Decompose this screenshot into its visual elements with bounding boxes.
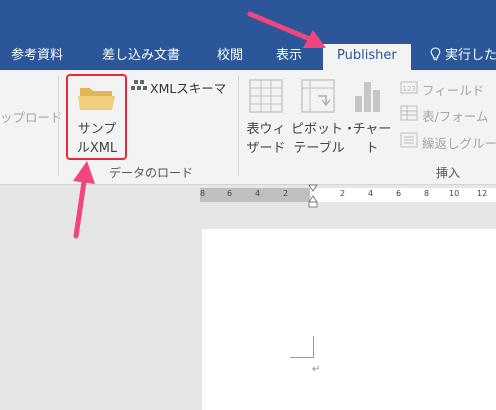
- sample-xml-label-2: ルXML: [76, 141, 118, 156]
- ruler-number: 2: [283, 189, 289, 198]
- tab-references[interactable]: 参考資料: [11, 44, 63, 70]
- ruler-number: 12: [477, 189, 488, 198]
- tell-me-search[interactable]: 実行した: [430, 44, 496, 70]
- margin-corner-mark: [290, 336, 314, 358]
- tell-me-label: 実行した: [445, 48, 496, 63]
- field-button[interactable]: フィールド: [422, 80, 484, 99]
- chart-label-1[interactable]: チャー: [350, 120, 394, 139]
- table-wizard-label-2[interactable]: ザード: [244, 139, 288, 158]
- tab-review[interactable]: 校閲: [217, 44, 243, 70]
- chart-label-2[interactable]: ト: [350, 139, 394, 158]
- ruler-number: 8: [200, 189, 206, 198]
- title-bar: [0, 0, 496, 44]
- ruler-number: 4: [255, 189, 261, 198]
- table-wizard-label-1[interactable]: 表ウィ: [244, 120, 288, 139]
- table-form-button[interactable]: 表/フォーム: [422, 106, 488, 125]
- ruler-number: 10: [449, 189, 460, 198]
- xml-schema-button[interactable]: XMLスキーマ: [150, 78, 226, 97]
- pivot-table-label-2[interactable]: テーブル: [291, 139, 347, 158]
- data-load-group-label: データのロード: [109, 166, 194, 180]
- ruler-number: 2: [340, 189, 346, 198]
- ruler-number: 6: [396, 189, 402, 198]
- ruler-number: 6: [227, 189, 233, 198]
- pivot-table-label-1[interactable]: ピボット・: [291, 120, 356, 139]
- repeat-group-button[interactable]: 繰返しグルー: [422, 133, 496, 152]
- ruler-number: 4: [368, 189, 374, 198]
- paragraph-mark: ↵: [312, 364, 321, 375]
- group-separator: [238, 76, 239, 176]
- ribbon-tab-bar: 参考資料 差し込み文書 校閲 表示 Publisher 実行した: [0, 44, 496, 71]
- tab-view[interactable]: 表示: [276, 44, 302, 70]
- sample-xml-label-1: サンプ: [77, 122, 117, 137]
- insert-group-label: 挿入: [436, 166, 461, 180]
- tab-publisher[interactable]: Publisher: [323, 44, 411, 71]
- group-separator: [58, 76, 59, 176]
- document-page[interactable]: [202, 229, 496, 410]
- upload-button-label[interactable]: ップロード: [0, 107, 63, 126]
- ruler-number: 8: [424, 189, 430, 198]
- tab-mailings[interactable]: 差し込み文書: [102, 44, 180, 70]
- lightbulb-icon: [430, 47, 441, 61]
